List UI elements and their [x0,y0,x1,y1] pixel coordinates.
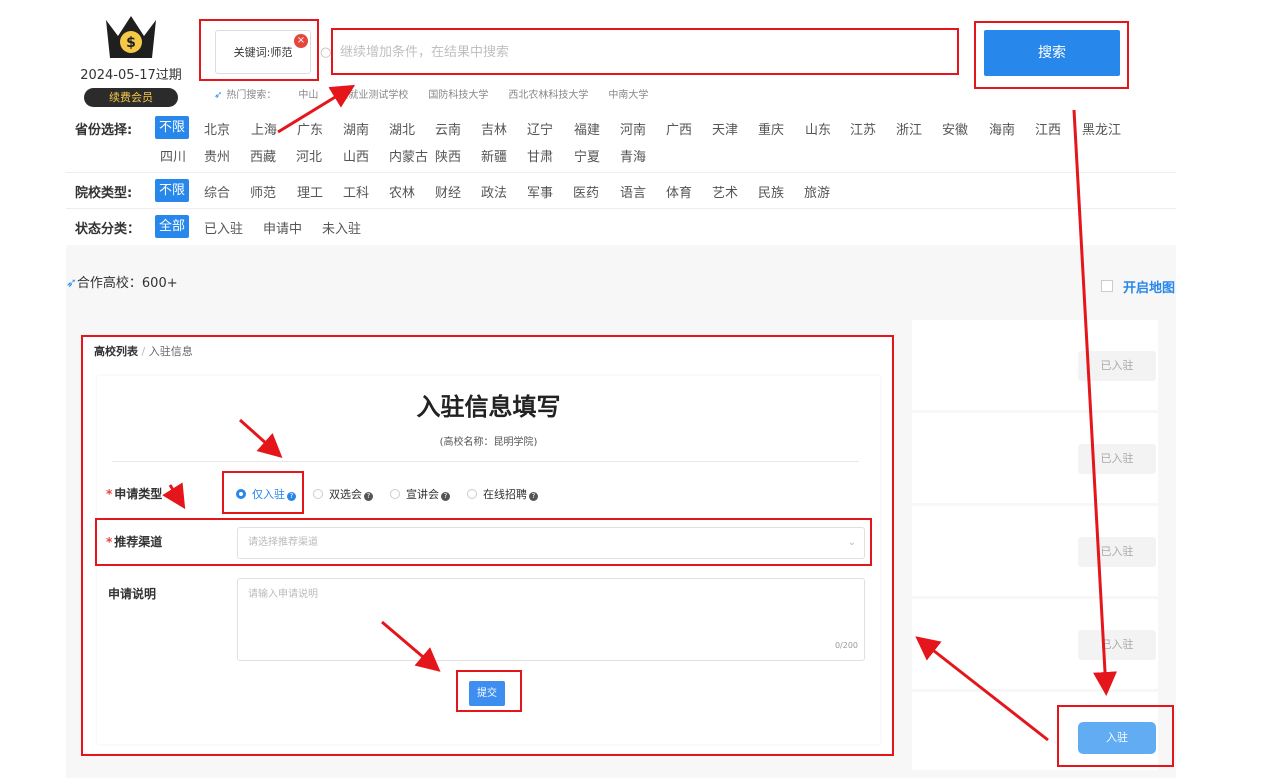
arrow [1072,109,1117,696]
arrow [915,636,1049,742]
arrow [381,620,441,672]
annotation-arrows [162,84,1117,742]
arrow [277,84,356,134]
arrow [238,418,283,459]
arrow [162,482,186,510]
